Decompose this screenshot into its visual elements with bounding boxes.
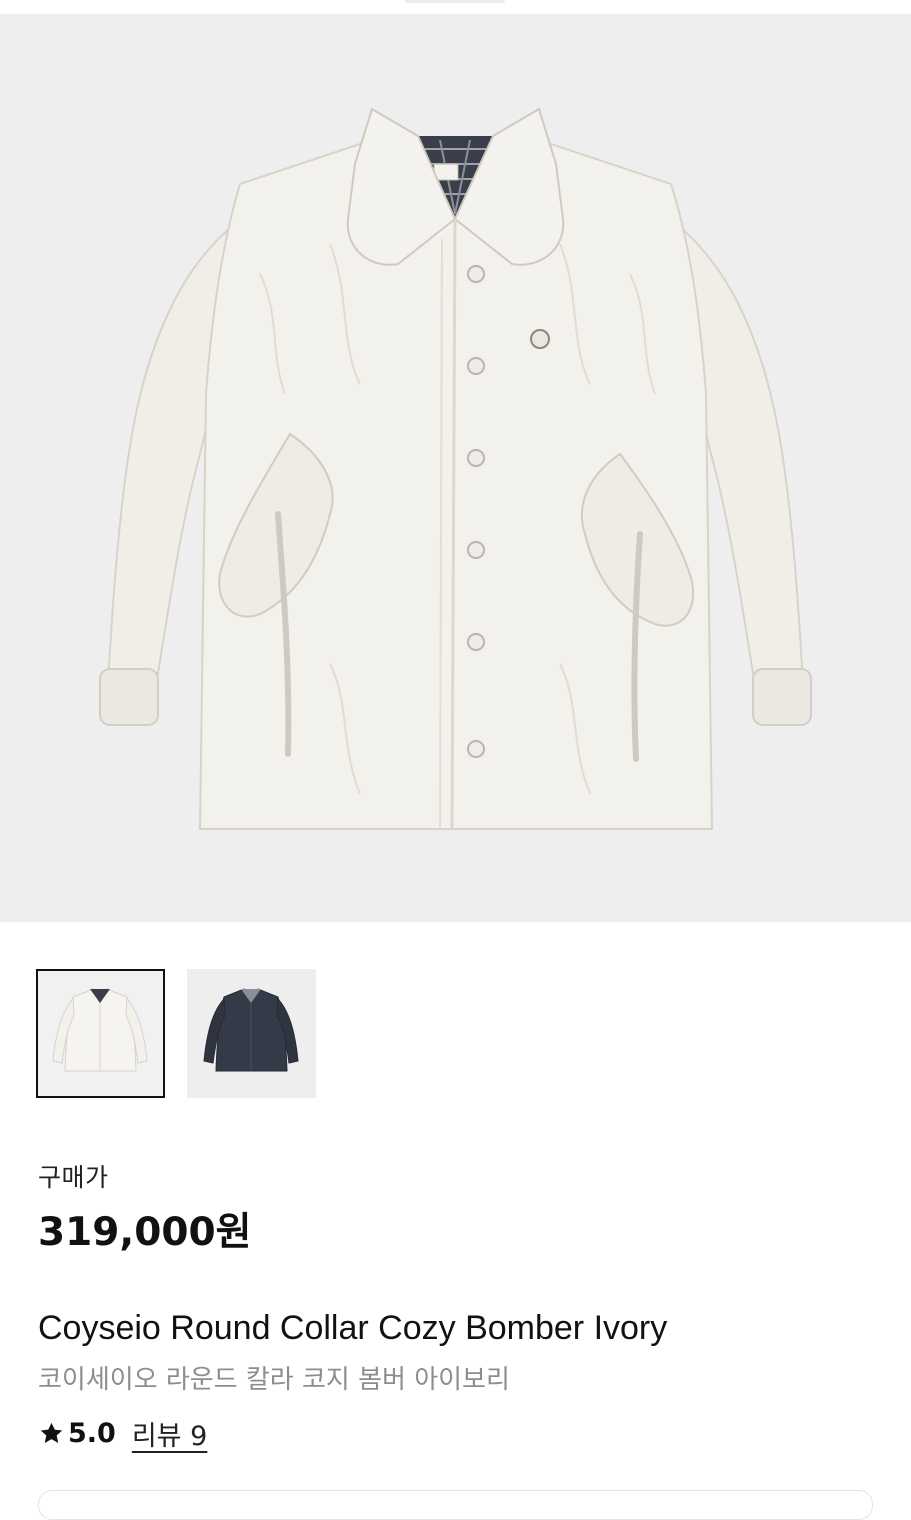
charcoal-jacket-thumb-icon <box>187 969 316 1098</box>
hero-product-image[interactable] <box>0 14 911 922</box>
product-name-en: Coyseio Round Collar Cozy Bomber Ivory <box>38 1309 668 1347</box>
star-icon <box>38 1420 65 1447</box>
rating-value: 5.0 <box>68 1417 116 1449</box>
jacket-illustration <box>0 14 911 922</box>
top-strip <box>0 0 911 14</box>
ivory-jacket-thumb-icon <box>38 971 163 1096</box>
thumbnail-ivory[interactable] <box>36 969 165 1098</box>
rating-row: 5.0 리뷰 9 <box>38 1413 207 1453</box>
product-name-ko: 코이세이오 라운드 칼라 코지 봄버 아이보리 <box>38 1365 510 1395</box>
thumbnail-charcoal[interactable] <box>187 969 316 1098</box>
price-value: 319,000원 <box>38 1210 252 1255</box>
bottom-card-edge <box>38 1490 873 1520</box>
price-label: 구매가 <box>38 1163 109 1192</box>
sheet-handle <box>405 0 505 3</box>
review-count-link[interactable]: 리뷰 9 <box>132 1414 207 1453</box>
